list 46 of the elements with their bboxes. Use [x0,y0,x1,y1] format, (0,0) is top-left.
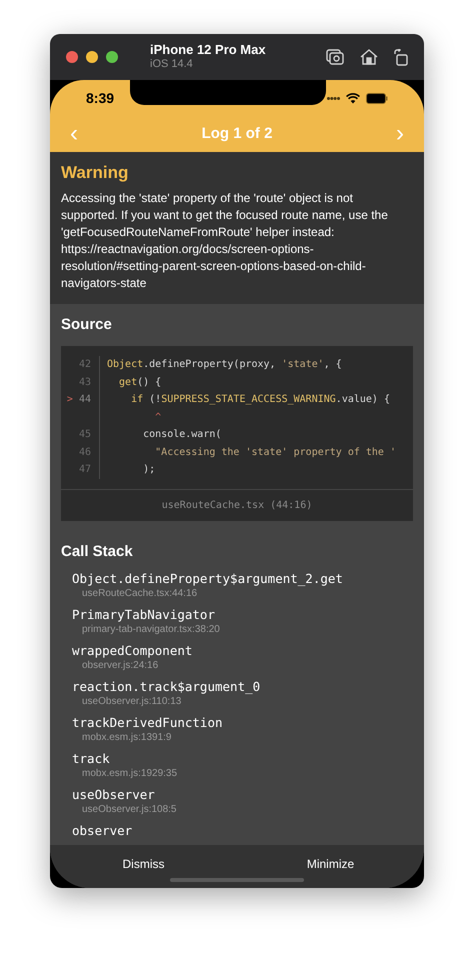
stack-frame-name[interactable]: useObserver [72,787,413,803]
stack-frame-location: useObserver.js:110:13 [81,695,182,709]
stack-frame-name[interactable]: Object.defineProperty$argument_2.get [72,571,413,587]
device-name: iPhone 12 Pro Max [150,42,266,58]
minimize-button[interactable]: Minimize [237,855,424,873]
signal-icon [327,96,340,100]
error-caret: ^ [154,410,162,425]
line-number: 42 [78,358,91,372]
stack-frame-name[interactable]: reaction.track$argument_0 [72,679,413,695]
stack-frame-location: useObserver.js:108:5 [81,803,178,817]
stack-frame-name[interactable]: wrappedComponent [72,643,413,659]
source-file: useRouteCache.tsx (44:16) [162,498,312,512]
status-time: 8:39 [86,88,114,108]
call-stack-title: Call Stack [61,542,134,562]
home-icon[interactable] [360,49,378,65]
log-title: Log 1 of 2 [200,124,274,144]
os-version: iOS 14.4 [150,58,194,72]
source-title: Source [61,314,113,334]
stack-frame-name[interactable]: trackDerivedFunction [72,715,413,731]
code-line: Object.defineProperty(proxy, 'state', { [107,358,342,372]
line-number: 46 [78,446,91,460]
code-line: if (!SUPPRESS_STATE_ACCESS_WARNING.value) { [130,393,390,408]
stack-frame-location: mobx.esm.js:1391:9 [81,731,172,745]
stack-frame-name[interactable]: observer [72,823,413,839]
screenshot-icon[interactable] [326,49,344,65]
code-line: console.warn( [142,428,222,442]
stack-frame-name[interactable]: PrimaryTabNavigator [72,607,413,623]
code-line: ); [142,463,156,478]
stack-frame-location: observer.js:24:16 [81,659,160,673]
warning-message: Accessing the 'state' property of the 'route' object is not supported. If you want to get the focused route name, use the 'getFocusedRouteNameFromRoute' helper instead: https://reactnavigation.org/docs/screen-options-resolution/#setting-parent-screen-options-based-on-child-navigators-state [61,190,389,292]
stack-frame-location: mobx.esm.js:1929:35 [81,767,178,781]
code-line: get() { [118,376,162,390]
wifi-icon [346,92,360,104]
stack-frame-name[interactable]: track [72,751,413,767]
current-line-marker: > [66,393,73,408]
dismiss-button[interactable]: Dismiss [50,855,237,873]
stack-frame-location: useRouteCache.tsx:44:16 [81,587,198,601]
battery-icon [366,92,388,104]
warning-title: Warning [61,162,130,184]
line-number: 44 [78,393,91,408]
code-line: "Accessing the 'state' property of the ' [154,446,396,460]
rotate-icon[interactable] [394,48,408,66]
line-number: 45 [78,428,91,442]
line-number: 43 [78,376,91,390]
stack-frame-location: primary-tab-navigator.tsx:38:20 [81,623,221,637]
line-number: 47 [78,463,91,478]
